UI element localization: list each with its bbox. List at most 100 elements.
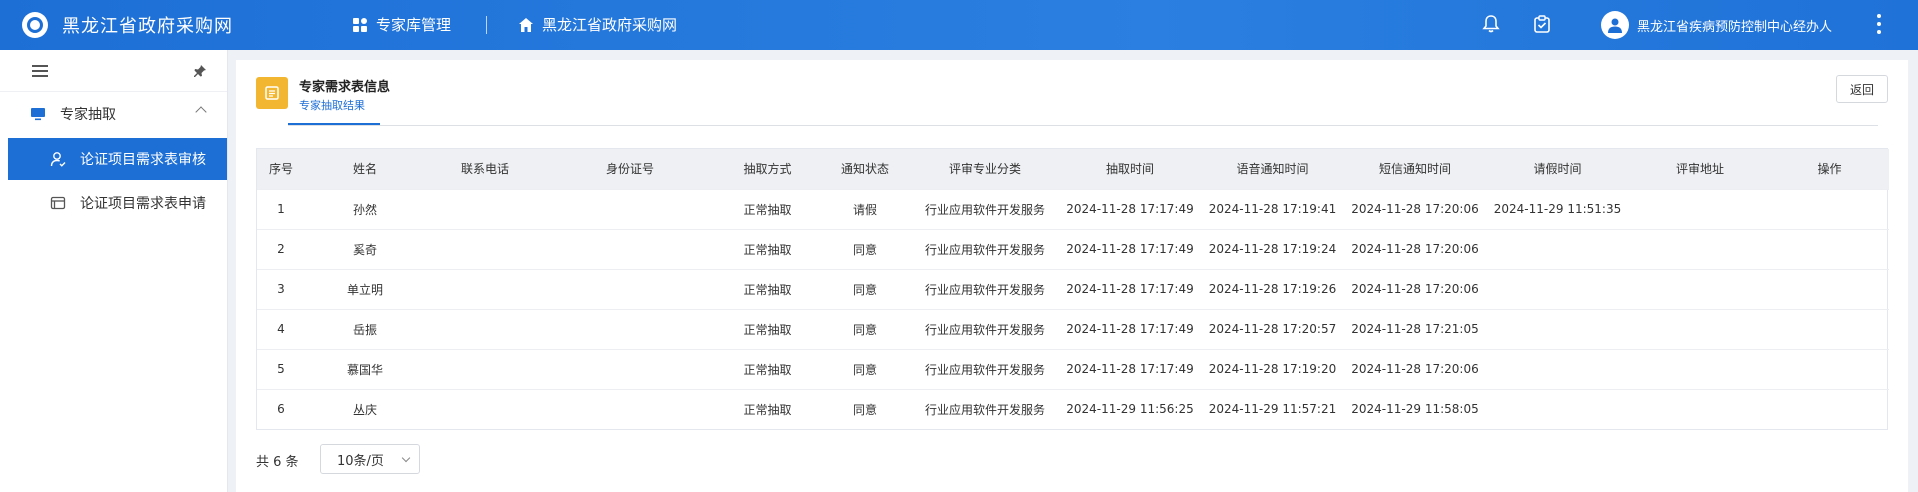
cell-no: 4 bbox=[277, 322, 285, 336]
more-vertical-icon[interactable] bbox=[1874, 12, 1884, 36]
cell-sms-time: 2024-11-29 11:58:05 bbox=[1351, 402, 1479, 417]
sidebar-group-expert-draw[interactable]: 专家抽取 bbox=[0, 92, 227, 136]
cell-status: 同意 bbox=[852, 322, 877, 337]
col-header: 抽取方式 bbox=[743, 162, 792, 177]
site-logo[interactable] bbox=[22, 12, 48, 38]
task-check-icon[interactable] bbox=[1531, 13, 1553, 35]
cell-voice-time: 2024-11-29 11:57:21 bbox=[1208, 402, 1337, 417]
table-row: 3 单立明 正常抽取 同意 行业应用软件开发服务 2024-11-28 17:17:49 2… bbox=[257, 269, 1889, 309]
cell-leave-time bbox=[1485, 389, 1630, 429]
back-button[interactable]: 返回 bbox=[1836, 75, 1888, 103]
avatar bbox=[1601, 11, 1629, 39]
cell-voice-time: 2024-11-28 17:19:24 bbox=[1208, 242, 1337, 256]
menu-icon[interactable] bbox=[32, 64, 48, 77]
col-header: 抽取时间 bbox=[1105, 162, 1154, 177]
cell-draw-time: 2024-11-28 17:17:49 bbox=[1066, 322, 1194, 336]
nav-home[interactable]: 黑龙江省政府采购网 bbox=[518, 14, 677, 35]
table-header-row: 序号 姓名 联系电话 身份证号 抽取方式 通知状态 评审专业分类 抽取时间 语音… bbox=[257, 149, 1889, 189]
sidebar-item-label: 论证项目需求表审核 bbox=[80, 152, 206, 168]
cell-leave-time bbox=[1485, 309, 1630, 349]
cell-no: 6 bbox=[277, 402, 285, 417]
page-size-select[interactable]: 10条/页 bbox=[320, 444, 420, 474]
grid-icon bbox=[353, 17, 367, 32]
col-header: 请假时间 bbox=[1533, 162, 1582, 177]
user-menu[interactable]: 黑龙江省疾病预防控制中心经办人 bbox=[1601, 11, 1832, 39]
cell-id bbox=[545, 189, 715, 229]
col-header: 通知状态 bbox=[840, 162, 889, 177]
bell-icon[interactable] bbox=[1480, 13, 1502, 35]
cell-no: 2 bbox=[277, 242, 285, 256]
cell-voice-time: 2024-11-28 17:20:57 bbox=[1208, 322, 1337, 336]
cell-status: 同意 bbox=[852, 282, 877, 297]
sidebar-item-apply[interactable]: 论证项目需求表申请 bbox=[0, 182, 227, 224]
cell-name: 丛庆 bbox=[352, 402, 377, 417]
cell-address bbox=[1630, 269, 1770, 309]
col-header: 评审地址 bbox=[1675, 162, 1724, 177]
cell-status: 同意 bbox=[852, 242, 877, 257]
cell-sms-time: 2024-11-28 17:20:06 bbox=[1351, 362, 1479, 376]
cell-no: 1 bbox=[277, 202, 285, 216]
chevron-up-icon bbox=[195, 106, 207, 118]
col-header: 序号 bbox=[268, 162, 293, 177]
page-size-value: 10条/页 bbox=[337, 453, 384, 469]
col-header: 短信通知时间 bbox=[1378, 162, 1451, 177]
cell-draw-time: 2024-11-28 17:17:49 bbox=[1066, 362, 1194, 376]
cell-address bbox=[1630, 309, 1770, 349]
nav-expert-library[interactable]: 专家库管理 bbox=[352, 14, 451, 35]
cell-category: 行业应用软件开发服务 bbox=[924, 322, 1045, 337]
cell-status: 请假 bbox=[852, 202, 877, 217]
home-icon bbox=[519, 17, 533, 32]
cell-id bbox=[545, 309, 715, 349]
cell-address bbox=[1630, 389, 1770, 429]
cell-leave-time bbox=[1485, 269, 1630, 309]
table-row: 6 丛庆 正常抽取 同意 行业应用软件开发服务 2024-11-29 11:56:25 20… bbox=[257, 389, 1889, 429]
window-icon bbox=[50, 196, 66, 210]
cell-address bbox=[1630, 349, 1770, 389]
table-row: 2 奚奇 正常抽取 同意 行业应用软件开发服务 2024-11-28 17:17:49 20… bbox=[257, 229, 1889, 269]
nav-divider bbox=[486, 16, 487, 34]
cell-id bbox=[545, 229, 715, 269]
col-header: 语音通知时间 bbox=[1236, 162, 1309, 177]
top-header: 黑龙江省政府采购网 专家库管理 黑龙江省政府采购网 黑龙江省疾病预防控制中心经办… bbox=[0, 0, 1918, 50]
cell-no: 5 bbox=[277, 362, 285, 376]
cell-leave-time: 2024-11-29 11:51:35 bbox=[1493, 202, 1622, 216]
sidebar-group-label: 专家抽取 bbox=[60, 107, 116, 123]
cell-action bbox=[1770, 349, 1889, 389]
cell-phone bbox=[425, 389, 545, 429]
cell-address bbox=[1630, 229, 1770, 269]
user-name: 黑龙江省疾病预防控制中心经办人 bbox=[1637, 19, 1833, 35]
chevron-down-icon bbox=[401, 453, 411, 463]
cell-category: 行业应用软件开发服务 bbox=[924, 402, 1045, 417]
cell-draw-time: 2024-11-28 17:17:49 bbox=[1066, 282, 1194, 296]
sidebar-toolbar bbox=[0, 50, 227, 92]
cell-leave-time bbox=[1485, 229, 1630, 269]
cell-category: 行业应用软件开发服务 bbox=[924, 282, 1045, 297]
cell-draw-time: 2024-11-28 17:17:49 bbox=[1066, 242, 1194, 256]
cell-sms-time: 2024-11-28 17:20:06 bbox=[1351, 202, 1479, 216]
tab-draw-result[interactable]: 专家抽取结果 bbox=[299, 97, 365, 113]
cell-id bbox=[545, 349, 715, 389]
cell-phone bbox=[425, 269, 545, 309]
sidebar-item-review[interactable]: 论证项目需求表审核 bbox=[8, 138, 227, 180]
cell-method: 正常抽取 bbox=[743, 322, 792, 337]
table-row: 4 岳振 正常抽取 同意 行业应用软件开发服务 2024-11-28 17:17:49 20… bbox=[257, 309, 1889, 349]
table-row: 5 慕国华 正常抽取 同意 行业应用软件开发服务 2024-11-28 17:17:49 2… bbox=[257, 349, 1889, 389]
document-icon bbox=[256, 77, 288, 109]
col-header: 评审专业分类 bbox=[948, 162, 1021, 177]
cell-status: 同意 bbox=[852, 402, 877, 417]
cell-name: 孙然 bbox=[352, 202, 377, 217]
cell-sms-time: 2024-11-28 17:20:06 bbox=[1351, 282, 1479, 296]
table-row: 1 孙然 正常抽取 请假 行业应用软件开发服务 2024-11-28 17:17:49 20… bbox=[257, 189, 1889, 229]
col-header: 联系电话 bbox=[460, 162, 509, 177]
col-header: 姓名 bbox=[352, 162, 377, 177]
site-brand[interactable]: 黑龙江省政府采购网 bbox=[62, 12, 233, 38]
nav-home-label: 黑龙江省政府采购网 bbox=[542, 16, 678, 34]
cell-method: 正常抽取 bbox=[743, 402, 792, 417]
cell-category: 行业应用软件开发服务 bbox=[924, 242, 1045, 257]
pagination-total: 共 6 条 bbox=[256, 455, 299, 470]
pin-icon[interactable] bbox=[193, 64, 207, 78]
cell-action bbox=[1770, 189, 1889, 229]
page-title: 专家需求表信息 bbox=[299, 80, 391, 95]
cell-name: 岳振 bbox=[352, 322, 377, 337]
cell-voice-time: 2024-11-28 17:19:41 bbox=[1208, 202, 1337, 216]
